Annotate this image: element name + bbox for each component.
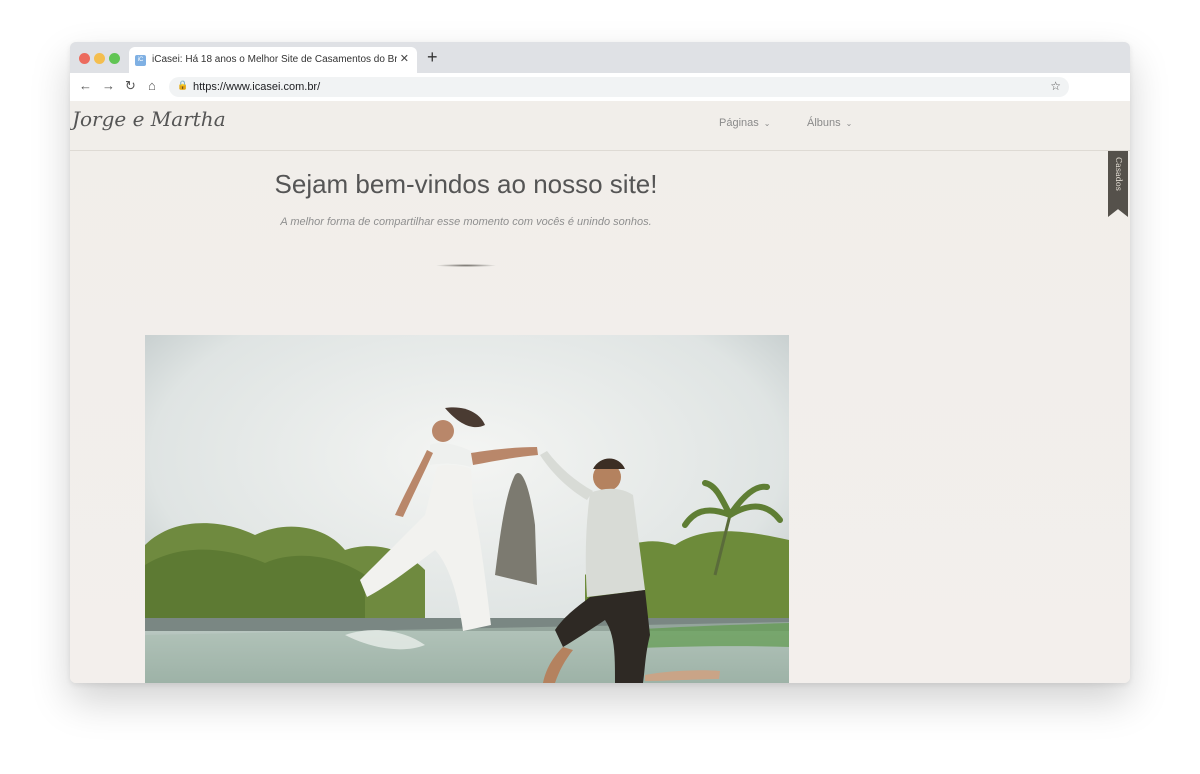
forward-icon[interactable]: → bbox=[102, 79, 115, 93]
couple-photo-illustration bbox=[145, 335, 789, 683]
browser-toolbar: ← → ↻ ⌂ 🔒 https://www.icasei.com.br/ ☆ bbox=[70, 73, 1130, 102]
menu-label: Páginas bbox=[719, 117, 759, 129]
url-text[interactable]: https://www.icasei.com.br/ bbox=[193, 81, 320, 93]
menu-label: Álbuns bbox=[807, 117, 841, 129]
reload-icon[interactable]: ↻ bbox=[125, 79, 136, 93]
page-subtitle: A melhor forma de compartilhar esse mome… bbox=[280, 216, 652, 228]
couple-photo bbox=[145, 335, 789, 683]
home-icon[interactable]: ⌂ bbox=[148, 79, 156, 93]
browser-window: iC iCasei: Há 18 anos o Melhor Site de C… bbox=[70, 42, 1130, 683]
bookmark-star-icon[interactable]: ☆ bbox=[1050, 79, 1061, 93]
chevron-down-icon: ⌄ bbox=[763, 119, 771, 128]
tab-bar: iC iCasei: Há 18 anos o Melhor Site de C… bbox=[70, 42, 1130, 73]
ribbon-label: Casados bbox=[1114, 157, 1123, 191]
web-page: Jorge e Martha Páginas ⌄ Álbuns ⌄ Casados … bbox=[70, 101, 1130, 683]
site-logo[interactable]: Jorge e Martha bbox=[72, 107, 226, 131]
back-icon[interactable]: ← bbox=[79, 79, 92, 93]
tab-close-icon[interactable]: ✕ bbox=[400, 52, 409, 65]
new-tab-button[interactable]: + bbox=[427, 47, 438, 67]
menu-item-albuns[interactable]: Álbuns ⌄ bbox=[807, 117, 852, 129]
title-accent-divider bbox=[436, 264, 496, 267]
address-bar[interactable]: 🔒 https://www.icasei.com.br/ ☆ bbox=[169, 77, 1069, 97]
browser-tab[interactable]: iC iCasei: Há 18 anos o Melhor Site de C… bbox=[129, 47, 417, 73]
maximize-window-button[interactable] bbox=[109, 53, 120, 64]
nav-divider bbox=[70, 150, 1130, 151]
chevron-down-icon: ⌄ bbox=[845, 119, 853, 128]
status-ribbon[interactable]: Casados bbox=[1108, 151, 1128, 217]
favicon-icon: iC bbox=[135, 55, 146, 66]
page-title: Sejam bem-vindos ao nosso site! bbox=[274, 169, 658, 199]
menu-item-paginas[interactable]: Páginas ⌄ bbox=[719, 117, 770, 129]
lock-icon: 🔒 bbox=[177, 80, 189, 90]
close-window-button[interactable] bbox=[79, 53, 90, 64]
minimize-window-button[interactable] bbox=[94, 53, 105, 64]
tab-title: iCasei: Há 18 anos o Melhor Site de Casa… bbox=[152, 54, 397, 65]
